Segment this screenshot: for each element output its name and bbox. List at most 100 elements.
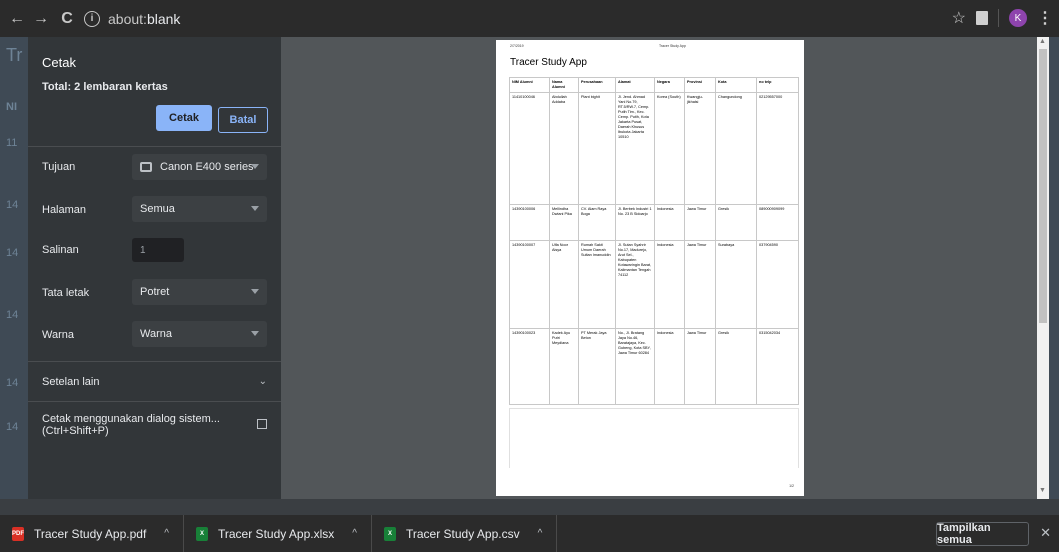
more-settings[interactable]: Setelan lain [42,376,100,388]
bg-col-fragment: NI [6,101,17,113]
cell: 11410100046 [509,92,550,205]
system-dialog-label: Cetak menggunakan dialog sistem... [42,413,220,425]
page-frame-line [509,408,799,409]
preview-scrollbar[interactable]: ▲ ▼ [1037,37,1049,499]
menu-kebab-icon[interactable]: ⋮ [1037,8,1053,28]
preview-page-number: 1/2 [789,484,794,488]
col-header: Kota [715,77,757,93]
bg-row: 14 [6,247,19,259]
divider [28,401,281,402]
preview-title: Tracer Study App [510,57,587,68]
cell: Korea (South) [654,92,685,205]
scrollbar-thumb[interactable] [1039,49,1047,323]
cell: 14390100007 [509,240,550,329]
excel-file-icon: X [383,526,396,541]
cell: 14390100023 [509,328,550,405]
table-row: 14390100006 Mellindha Dwiani Pika CV. Al… [509,204,799,241]
download-item[interactable]: PDF Tracer Study App.pdf ^ [0,515,184,552]
cell: Jawa Timur [684,240,716,329]
color-label: Warna [42,329,74,341]
avatar[interactable]: K [1009,9,1027,27]
cell: CV. Alam Raya Boga [578,204,616,241]
background-page-right [1049,37,1059,515]
preview-date: 2/7/2019 [510,44,524,48]
cell: Ulfa Noor Aisya [549,240,579,329]
cell: Mellindha Dwiani Pika [549,204,579,241]
forward-icon[interactable]: → [30,8,52,30]
destination-select[interactable]: Canon E400 series [132,154,267,180]
layout-select[interactable]: Potret [132,279,267,305]
cell: Indonesia [654,240,685,329]
document-icon[interactable] [976,11,988,25]
divider [28,361,281,362]
address-bar[interactable]: i about: blank [84,10,181,27]
pages-select[interactable]: Semua [132,196,267,222]
pages-label: Halaman [42,204,87,216]
chevron-up-icon[interactable]: ^ [352,528,357,539]
cell: Plant bighit [578,92,616,205]
col-header: no telp [756,77,799,93]
col-header: NIM Alumni [509,77,550,93]
cell: Gresik [715,204,757,241]
print-title: Cetak [42,55,76,70]
col-header: Perusahaan [578,77,616,93]
scroll-up-icon[interactable]: ▲ [1039,38,1046,45]
show-all-downloads-button[interactable]: Tampilkan semua [936,522,1029,546]
open-external-icon[interactable] [257,419,267,429]
cell: 02129557000 [756,92,799,205]
close-icon[interactable]: ✕ [1040,525,1051,541]
cell: 037904590 [756,240,799,329]
bookmark-star-icon[interactable]: ☆ [952,8,966,28]
chevron-down-icon [251,331,259,336]
col-header: Negara [654,77,685,93]
chevron-down-icon [251,164,259,169]
back-icon[interactable]: ← [6,8,28,30]
cell: Jawa Timur [684,328,716,405]
chevron-down-icon [251,289,259,294]
chevron-up-icon[interactable]: ^ [538,528,543,539]
system-dialog-shortcut: (Ctrl+Shift+P) [42,425,109,437]
download-bar: PDF Tracer Study App.pdf ^ X Tracer Stud… [0,515,1059,552]
address-path: blank [146,10,181,27]
cell: No., Jl. Bratang Jaya No.46, Baratajaya,… [615,328,655,405]
background-strip [0,499,1059,515]
toolbar-separator [998,9,999,27]
table-row: 14390100023 Kadek Ayu Putri Meydiana PT … [509,328,799,405]
reload-icon[interactable]: C [56,8,78,30]
bg-row: 14 [6,421,19,433]
print-preview-area: 2/7/2019 Tracer Study App Tracer Study A… [281,37,1037,499]
cell: Indonesia [654,204,685,241]
color-value: Warna [140,328,172,340]
scroll-down-icon[interactable]: ▼ [1039,487,1046,494]
divider [28,146,281,147]
layout-label: Tata letak [42,287,90,299]
destination-value: Canon E400 series [160,161,254,173]
chevron-down-icon [251,206,259,211]
print-button[interactable]: Cetak [156,105,212,131]
bg-row: 14 [6,199,19,211]
system-dialog-link[interactable]: Cetak menggunakan dialog sistem... (Ctrl… [42,413,220,437]
excel-file-icon: X [196,526,208,541]
cell: 14390100006 [509,204,550,241]
cell: Jl. Berbek Industri 1 No. 23 B Sidoarjo [615,204,655,241]
cell: Kadek Ayu Putri Meydiana [549,328,579,405]
cell: Jawa Timur [684,204,716,241]
cancel-button[interactable]: Batal [218,107,268,133]
download-item[interactable]: X Tracer Study App.xlsx ^ [184,515,372,552]
info-icon[interactable]: i [84,10,100,27]
copies-input[interactable]: 1 [132,238,184,262]
bg-row: 14 [6,377,19,389]
download-filename: Tracer Study App.csv [405,526,520,541]
color-select[interactable]: Warna [132,321,267,347]
cell: Kwangju-jikhalsi [684,92,716,205]
cell: Surabaya [715,240,757,329]
download-item[interactable]: X Tracer Study App.csv ^ [372,515,558,552]
chevron-up-icon[interactable]: ^ [164,528,169,539]
col-header: Alamat [615,77,655,93]
background-page: Tr NI 11 14 14 14 14 14 [0,37,28,515]
preview-header-center: Tracer Study App [659,44,686,48]
address-scheme: about: [108,10,147,27]
cell: Jl. Sutan Syahrir No.17, Madurejo, Arut … [615,240,655,329]
chevron-down-icon[interactable]: ⌄ [259,376,267,387]
cell: Jl. Jend. Ahmad Yani No.79, RT.5/RW.7, C… [615,92,655,205]
